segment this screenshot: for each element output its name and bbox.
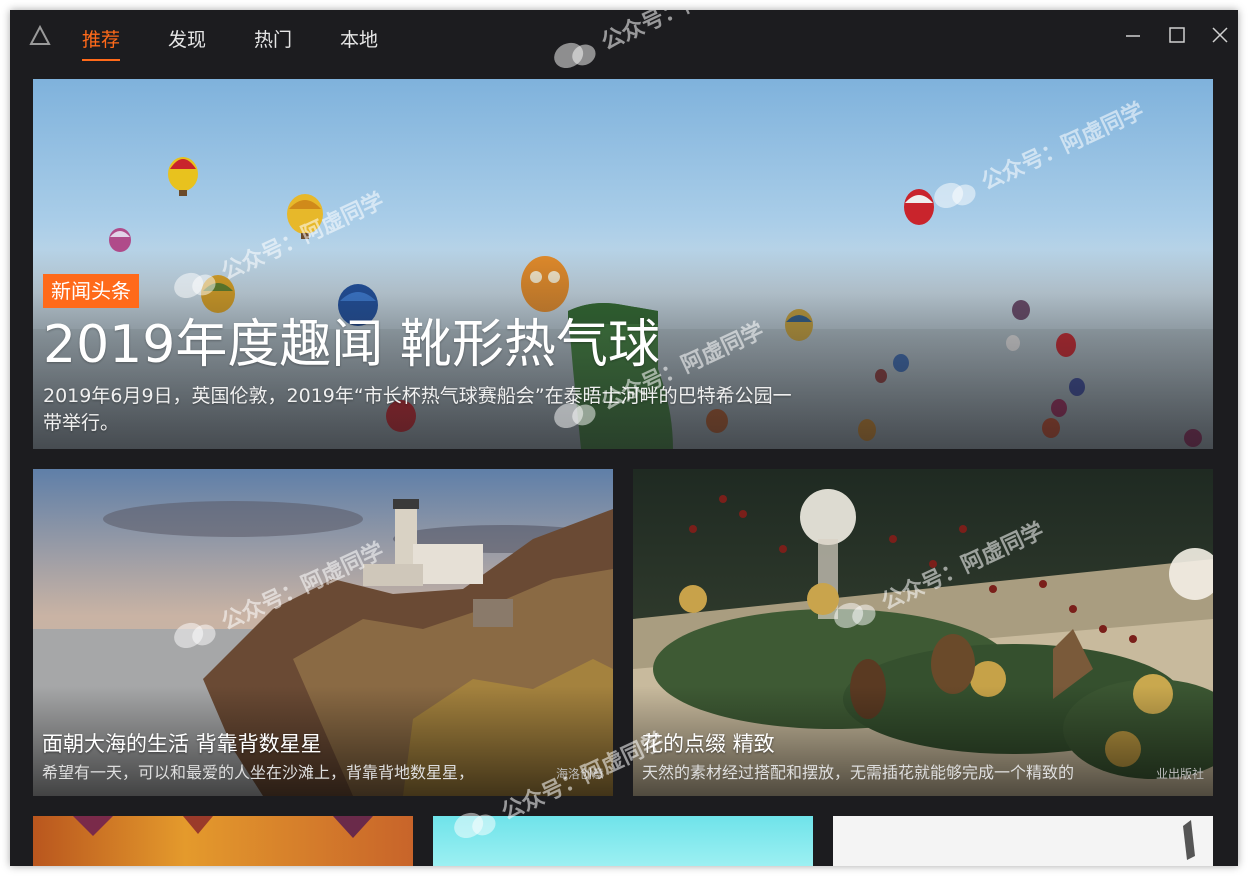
nav-tabs: 推荐 发现 热门 本地 [82,10,426,70]
hot-air-balloon [904,189,934,225]
tab-popular[interactable]: 热门 [254,10,292,70]
hero-title[interactable]: 2019年度趣闻 靴形热气球 [43,315,660,375]
card-description: 希望有一天，可以和最爱的人坐在沙滩上，背靠背地数星星， [42,763,475,782]
news-card[interactable] [33,816,413,866]
minimize-icon[interactable] [1122,24,1144,46]
news-card[interactable]: 面朝大海的生活 背靠背数星星 希望有一天，可以和最爱的人坐在沙滩上，背靠背地数星… [33,469,613,796]
card-title[interactable]: 花的点缀 精致 [642,729,775,759]
title-bar[interactable]: 推荐 发现 热门 本地 [10,10,1238,70]
hero-description: 2019年6月9日，英国伦敦，2019年“市长杯热气球赛船会”在泰晤士河畔的巴特… [43,385,792,434]
tab-recommended[interactable]: 推荐 [82,10,121,70]
news-card[interactable] [433,816,813,866]
hero-banner[interactable]: 新闻头条 2019年度趣闻 靴形热气球 2019年6月9日，英国伦敦，2019年… [33,79,1213,449]
close-icon[interactable] [1209,24,1231,46]
maximize-icon[interactable] [1166,24,1188,46]
headline-badge: 新闻头条 [43,274,139,308]
card-source: 业出版社 [1155,767,1204,781]
tab-local[interactable]: 本地 [340,10,378,70]
card-source: 海洛创意 [555,767,604,781]
hot-air-balloon [287,194,323,239]
app-logo-icon [28,24,52,48]
tab-discover[interactable]: 发现 [168,10,206,70]
app-window: 推荐 发现 热门 本地 新闻头条 2019年度趣闻 靴形热气球 2019年6月9… [10,10,1238,866]
card-image [1183,820,1195,860]
card-description: 天然的素材经过搭配和摆放，无需插花就能够完成一个精致的 [642,763,1075,782]
card-title[interactable]: 面朝大海的生活 背靠背数星星 [42,729,322,759]
card-image [73,816,373,838]
news-card[interactable] [833,816,1213,866]
hot-air-balloon [168,157,198,196]
news-card[interactable]: 花的点缀 精致 天然的素材经过搭配和摆放，无需插花就能够完成一个精致的 业出版社 [633,469,1213,796]
